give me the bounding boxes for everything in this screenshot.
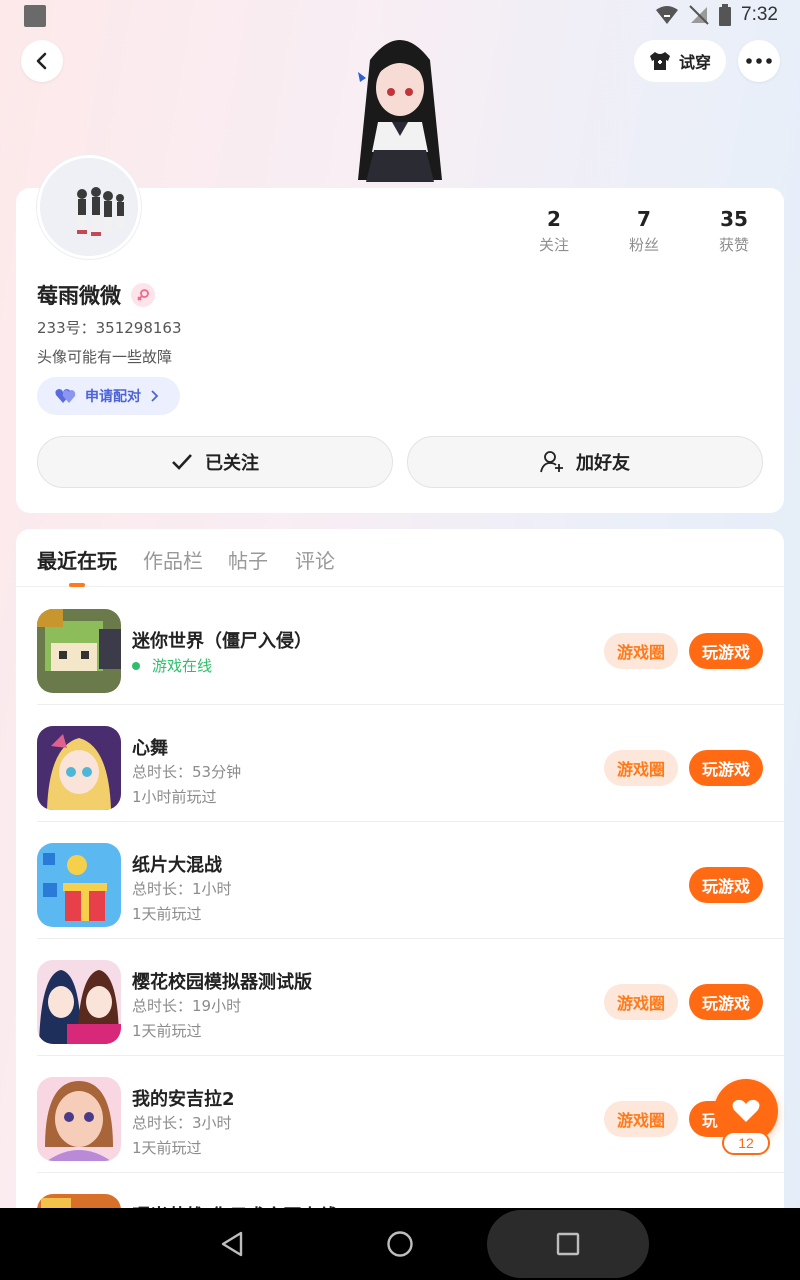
chevron-left-icon <box>36 52 47 70</box>
status-bar: 7:32 <box>0 0 800 32</box>
game-row[interactable]: 迷你世界（僵尸入侵） 游戏在线 游戏圈 玩游戏 <box>37 588 784 705</box>
back-nav-button[interactable] <box>216 1228 248 1260</box>
pair-request-label: 申请配对 <box>85 389 141 405</box>
game-row[interactable]: 樱花校园模拟器测试版 总时长：19小时 1天前玩过 游戏圈 玩游戏 <box>37 939 784 1056</box>
last-played: 1天前玩过 <box>132 1139 202 1157</box>
game-row[interactable]: 纸片大混战 总时长：1小时 1天前玩过 玩游戏 <box>37 822 784 939</box>
more-dots-icon <box>746 58 772 64</box>
online-label: 游戏在线 <box>152 657 213 675</box>
tab-bar: 最近在玩 作品栏 帖子 评论 <box>16 529 784 587</box>
following-label: 关注 <box>538 236 569 254</box>
play-duration: 总时长：1小时 <box>132 880 232 898</box>
game-circle-button[interactable]: 游戏圈 <box>604 750 678 786</box>
square-recents-icon <box>556 1232 580 1256</box>
following-stat[interactable]: 2 关注 <box>514 208 594 255</box>
back-button[interactable] <box>21 40 63 82</box>
heart-icon <box>732 1099 760 1122</box>
followers-count: 7 <box>637 207 651 231</box>
last-played: 1天前玩过 <box>132 905 202 923</box>
wifi-icon <box>656 6 679 24</box>
recent-games-card: 最近在玩 作品栏 帖子 评论 迷你世界（僵尸入侵） 游戏在线 游戏圈 玩游戏 心… <box>16 529 784 1229</box>
navigation-bar <box>0 1208 800 1280</box>
play-game-button[interactable]: 玩游戏 <box>689 633 763 669</box>
last-played: 1天前玩过 <box>132 1022 202 1040</box>
play-duration: 总时长：3小时 <box>132 1114 232 1132</box>
game-circle-button[interactable]: 游戏圈 <box>604 1101 678 1137</box>
username: 莓雨微微 <box>37 284 121 308</box>
likes-count: 35 <box>720 207 748 231</box>
circle-home-icon <box>387 1231 413 1257</box>
game-name: 我的安吉拉2 <box>132 1089 235 1110</box>
username-row: 莓雨微微 <box>37 280 155 310</box>
tab-recent[interactable]: 最近在玩 <box>37 545 117 574</box>
home-nav-button[interactable] <box>384 1228 416 1260</box>
tab-comments[interactable]: 评论 <box>295 545 335 574</box>
followed-button[interactable]: 已关注 <box>37 436 393 488</box>
chevron-right-icon <box>151 390 159 402</box>
add-user-icon <box>540 451 563 473</box>
notification-icon <box>24 5 46 27</box>
character-figure <box>358 40 442 182</box>
followed-label: 已关注 <box>205 453 259 474</box>
heart-icon <box>55 389 76 403</box>
game-name: 纸片大混战 <box>132 855 222 876</box>
battery-icon <box>719 4 732 26</box>
online-status: 游戏在线 <box>132 655 212 676</box>
tab-posts[interactable]: 帖子 <box>228 545 268 574</box>
game-icon-xinwu[interactable] <box>37 726 121 810</box>
stats-row: 2 关注 7 粉丝 35 获赞 <box>0 208 800 258</box>
pair-request-button[interactable]: 申请配对 <box>37 377 180 415</box>
shirt-icon <box>649 52 670 70</box>
online-dot <box>132 661 140 670</box>
clock: 7:32 <box>741 4 778 25</box>
game-icon-angela2[interactable] <box>37 1077 121 1161</box>
likes-label: 获赞 <box>718 236 749 254</box>
no-signal-icon <box>689 5 709 25</box>
bio: 头像可能有一些故障 <box>37 348 173 366</box>
game-circle-button[interactable]: 游戏圈 <box>604 984 678 1020</box>
last-played: 1小时前玩过 <box>132 788 217 806</box>
tab-indicator <box>69 583 85 587</box>
game-icon-mini-world[interactable] <box>37 609 121 693</box>
game-name: 迷你世界（僵尸入侵） <box>132 631 312 652</box>
check-icon <box>172 454 192 470</box>
game-row[interactable]: 我的安吉拉2 总时长：3小时 1天前玩过 游戏圈 玩游戏 <box>37 1056 784 1173</box>
female-icon <box>131 283 155 307</box>
game-row[interactable]: 心舞 总时长：53分钟 1小时前玩过 游戏圈 玩游戏 <box>37 705 784 822</box>
play-duration: 总时长：19小时 <box>132 997 242 1015</box>
tab-works[interactable]: 作品栏 <box>143 545 203 574</box>
try-on-button[interactable]: 试穿 <box>634 40 726 82</box>
play-game-button[interactable]: 玩游戏 <box>689 750 763 786</box>
followers-stat[interactable]: 7 粉丝 <box>604 208 684 255</box>
like-count: 12 <box>722 1131 770 1155</box>
triangle-back-icon <box>221 1231 243 1257</box>
following-count: 2 <box>547 207 561 231</box>
more-button[interactable] <box>738 40 780 82</box>
recents-nav-button[interactable] <box>552 1228 584 1260</box>
game-name: 樱花校园模拟器测试版 <box>132 972 312 993</box>
game-name: 心舞 <box>132 738 168 759</box>
game-circle-button[interactable]: 游戏圈 <box>604 633 678 669</box>
followers-label: 粉丝 <box>628 236 659 254</box>
likes-stat[interactable]: 35 获赞 <box>694 208 774 255</box>
add-friend-label: 加好友 <box>576 453 630 474</box>
user-id: 233号：351298163 <box>37 319 182 337</box>
play-game-button[interactable]: 玩游戏 <box>689 867 763 903</box>
game-icon-paper-brawl[interactable] <box>37 843 121 927</box>
game-icon-sakura-school[interactable] <box>37 960 121 1044</box>
play-game-button[interactable]: 玩游戏 <box>689 984 763 1020</box>
add-friend-button[interactable]: 加好友 <box>407 436 763 488</box>
play-duration: 总时长：53分钟 <box>132 763 242 781</box>
try-on-label: 试穿 <box>678 53 711 72</box>
